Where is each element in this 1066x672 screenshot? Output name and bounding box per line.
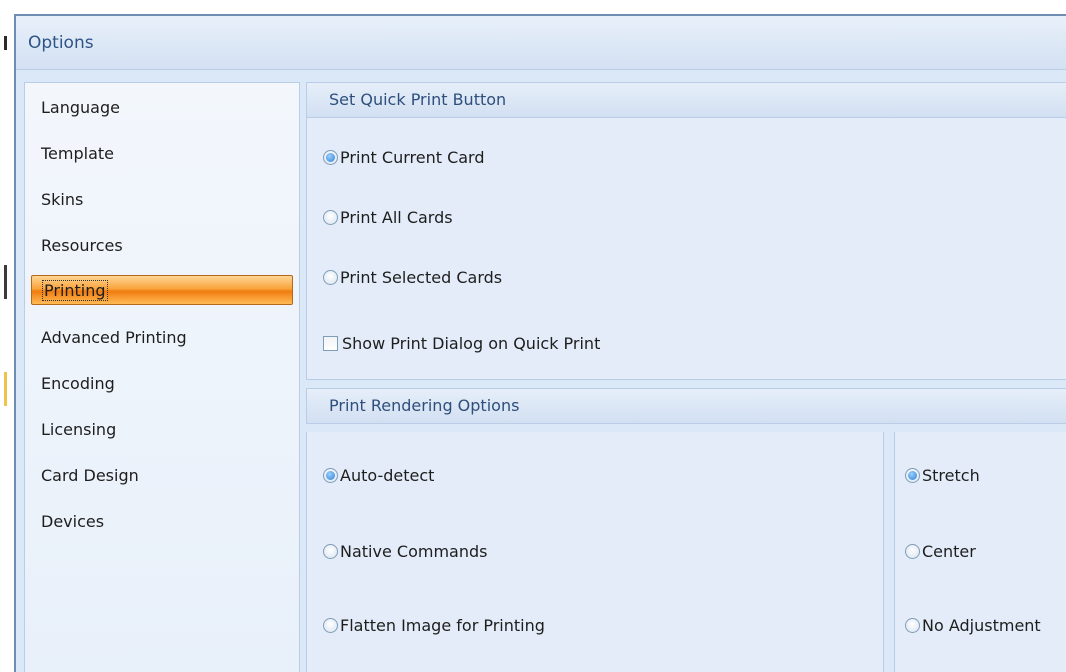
option-label: Native Commands — [340, 542, 488, 561]
radio-checked-icon — [905, 468, 920, 483]
options-nav: Language Template Skins Resources Printi… — [24, 82, 300, 672]
edge-mark — [4, 265, 7, 299]
nav-item-licensing[interactable]: Licensing — [31, 415, 293, 445]
radio-center[interactable]: Center — [905, 540, 976, 564]
nav-item-label: Printing — [42, 280, 108, 301]
radio-icon — [323, 210, 338, 225]
rendering-header: Print Rendering Options — [306, 388, 1066, 424]
option-label: Stretch — [922, 466, 980, 485]
checkbox-icon — [323, 336, 338, 351]
nav-item-printing[interactable]: Printing — [31, 275, 293, 305]
nav-item-label: Encoding — [41, 374, 115, 393]
background-edge — [0, 0, 12, 672]
window-title: Options — [28, 33, 94, 53]
radio-icon — [323, 544, 338, 559]
nav-item-label: Licensing — [41, 420, 117, 439]
nav-item-encoding[interactable]: Encoding — [31, 369, 293, 399]
nav-item-label: Advanced Printing — [41, 328, 187, 347]
options-window: Options Language Template Skins Resource… — [14, 14, 1066, 672]
radio-flatten-image[interactable]: Flatten Image for Printing — [323, 614, 545, 638]
nav-item-label: Skins — [41, 190, 84, 209]
option-label: Flatten Image for Printing — [340, 616, 545, 635]
radio-icon — [323, 618, 338, 633]
radio-native-commands[interactable]: Native Commands — [323, 540, 487, 564]
title-bar: Options — [16, 16, 1066, 70]
render-mode-group: Auto-detect Native Commands Flatten Imag… — [306, 432, 884, 672]
option-label: Print Selected Cards — [340, 268, 503, 287]
radio-print-current-card[interactable]: Print Current Card — [323, 146, 485, 170]
radio-icon — [905, 618, 920, 633]
checkbox-show-print-dialog[interactable]: Show Print Dialog on Quick Print — [323, 332, 600, 356]
nav-item-label: Card Design — [41, 466, 139, 485]
nav-item-advanced-printing[interactable]: Advanced Printing — [31, 323, 293, 353]
render-scale-group: Stretch Center No Adjustment — [894, 432, 1066, 672]
radio-print-selected-cards[interactable]: Print Selected Cards — [323, 266, 502, 290]
nav-item-skins[interactable]: Skins — [31, 185, 293, 215]
edge-mark — [4, 36, 7, 50]
option-label: Show Print Dialog on Quick Print — [342, 334, 601, 353]
nav-item-label: Resources — [41, 236, 123, 255]
radio-no-adjustment[interactable]: No Adjustment — [905, 614, 1041, 638]
nav-item-label: Language — [41, 98, 120, 117]
radio-stretch[interactable]: Stretch — [905, 464, 980, 488]
radio-checked-icon — [323, 468, 338, 483]
nav-item-resources[interactable]: Resources — [31, 231, 293, 261]
option-label: Center — [922, 542, 976, 561]
radio-print-all-cards[interactable]: Print All Cards — [323, 206, 453, 230]
nav-item-template[interactable]: Template — [31, 139, 293, 169]
window-content: Language Template Skins Resources Printi… — [24, 82, 1066, 672]
radio-icon — [905, 544, 920, 559]
option-label: Auto-detect — [340, 466, 435, 485]
option-label: Print All Cards — [340, 208, 453, 227]
nav-item-label: Template — [41, 144, 115, 163]
edge-mark — [4, 372, 7, 406]
nav-item-devices[interactable]: Devices — [31, 507, 293, 537]
radio-icon — [323, 270, 338, 285]
radio-auto-detect[interactable]: Auto-detect — [323, 464, 434, 488]
option-label: No Adjustment — [922, 616, 1041, 635]
quick-print-header: Set Quick Print Button — [306, 82, 1066, 118]
options-panel: Set Quick Print Button Print Current Car… — [306, 82, 1066, 672]
quick-print-group: Print Current Card Print All Cards Print… — [306, 118, 1066, 380]
option-label: Print Current Card — [340, 148, 485, 167]
nav-item-card-design[interactable]: Card Design — [31, 461, 293, 491]
radio-checked-icon — [323, 150, 338, 165]
nav-item-label: Devices — [41, 512, 105, 531]
nav-item-language[interactable]: Language — [31, 93, 293, 123]
